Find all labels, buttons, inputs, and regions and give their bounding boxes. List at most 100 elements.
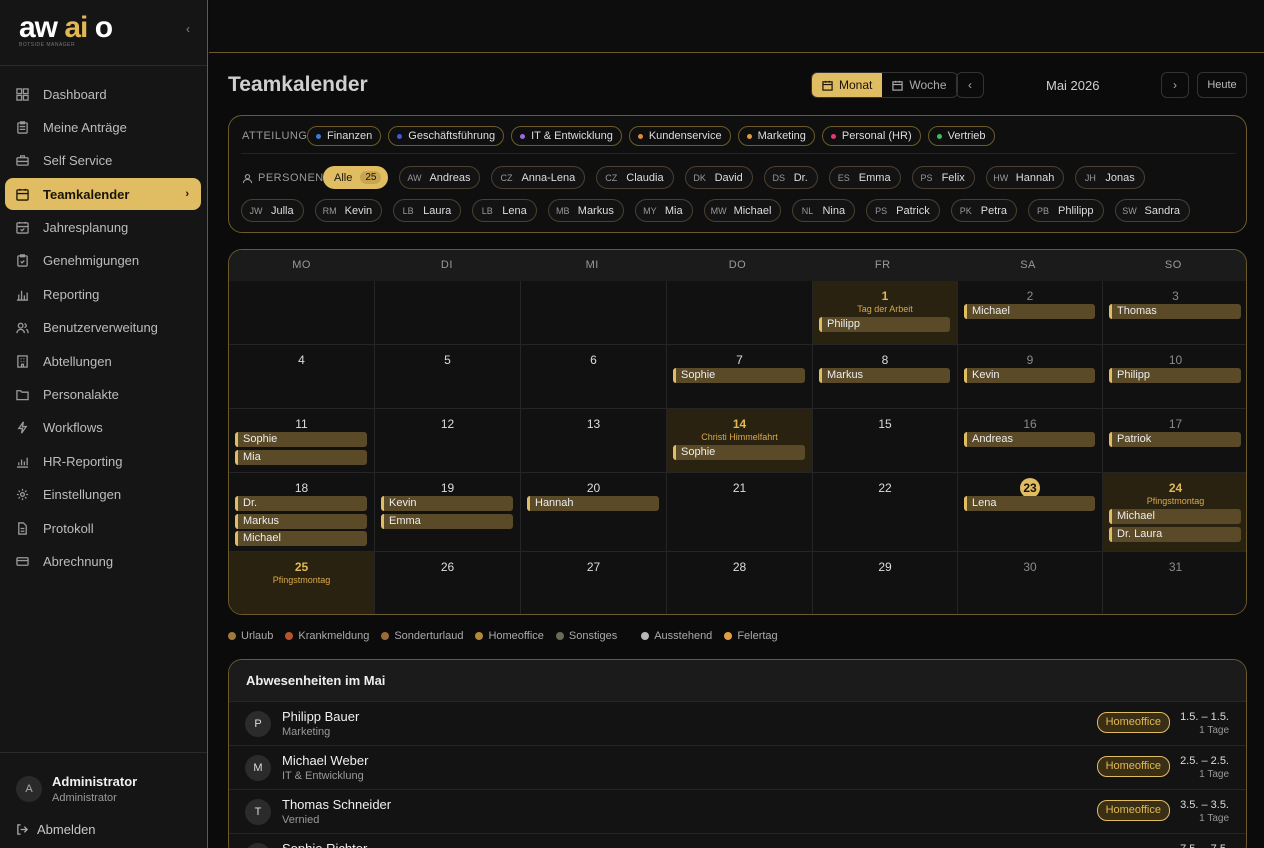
day-cell[interactable]: 12 xyxy=(375,409,521,473)
day-cell[interactable]: 27 xyxy=(521,552,667,614)
absence-row[interactable]: T Thomas Schneider Vernied Homeoffice 3.5. –… xyxy=(229,790,1246,834)
day-cell[interactable]: 20 Hannah xyxy=(521,473,667,552)
person-chip[interactable]: RM Kevin xyxy=(314,199,383,222)
day-cell[interactable]: 1 Tag der Arbeit Philipp xyxy=(813,281,958,345)
day-cell[interactable]: 9 Kevin xyxy=(958,345,1103,409)
day-cell[interactable]: 2 Michael xyxy=(958,281,1103,345)
absence-row[interactable]: S Sophie Richter 7.5. – 7.5. xyxy=(229,834,1246,848)
calendar-event[interactable]: Mia xyxy=(235,449,367,465)
department-chip[interactable]: Finanzen xyxy=(307,126,382,146)
day-cell[interactable]: 21 xyxy=(667,473,813,552)
person-chip[interactable]: LB Lena xyxy=(472,199,537,222)
day-cell[interactable]: 28 xyxy=(667,552,813,614)
person-chip[interactable]: NL Nina xyxy=(792,199,856,222)
sidebar-item-benutzerverweitung[interactable]: Benutzerverweitung xyxy=(5,312,201,344)
sidebar-item-abtellungen[interactable]: Abtellungen xyxy=(5,345,201,377)
day-cell[interactable]: 26 xyxy=(375,552,521,614)
calendar-event[interactable]: Andreas xyxy=(964,432,1095,447)
calendar-event[interactable]: Emma xyxy=(381,513,513,529)
sidebar-item-einstellungen[interactable]: Einstellungen xyxy=(5,479,201,511)
person-chip[interactable]: MW Michael xyxy=(703,199,782,222)
sidebar-item-personalakte[interactable]: Personalakte xyxy=(5,379,201,411)
sidebar-item-dashboard[interactable]: Dashboard xyxy=(5,78,201,110)
day-cell[interactable] xyxy=(375,281,521,345)
calendar-event[interactable]: Sophie xyxy=(235,432,367,447)
calendar-event[interactable]: Philipp xyxy=(819,317,950,332)
day-cell[interactable] xyxy=(667,281,813,345)
sidebar-item-self-service[interactable]: Self Service xyxy=(5,145,201,177)
calendar-event[interactable]: Hannah xyxy=(527,496,659,511)
calendar-event[interactable]: Lena xyxy=(964,496,1095,511)
sidebar-item-genehmigungen[interactable]: Genehmigungen xyxy=(5,245,201,277)
calendar-event[interactable]: Dr. xyxy=(235,496,367,511)
logout-button[interactable]: Abmelden xyxy=(16,822,96,837)
calendar-event[interactable]: Michael xyxy=(235,531,367,546)
calendar-event[interactable]: Kevin xyxy=(381,496,513,511)
day-cell[interactable]: 16 Andreas xyxy=(958,409,1103,473)
day-cell[interactable]: 18 Dr. Markus Michael xyxy=(229,473,375,552)
person-chip[interactable]: SW Sandra xyxy=(1114,199,1190,222)
day-cell[interactable]: 23 Lena xyxy=(958,473,1103,552)
calendar-event[interactable]: Sophie xyxy=(673,368,805,383)
calendar-event[interactable]: Dr. Laura xyxy=(1109,526,1241,542)
calendar-event[interactable]: Michael xyxy=(964,304,1095,319)
day-cell[interactable]: 3 Thomas xyxy=(1103,281,1246,345)
department-chip[interactable]: IT & Entwicklung xyxy=(511,126,622,146)
day-cell[interactable]: 30 xyxy=(958,552,1103,614)
person-chip[interactable]: MB Markus xyxy=(547,199,624,222)
person-chip[interactable]: CZ Claudia xyxy=(596,166,674,189)
day-cell[interactable]: 15 xyxy=(813,409,958,473)
day-cell[interactable]: 22 xyxy=(813,473,958,552)
calendar-event[interactable]: Markus xyxy=(235,513,367,529)
view-month-button[interactable]: Monat xyxy=(812,73,883,97)
today-button[interactable]: Heute xyxy=(1197,72,1247,98)
person-chip[interactable]: CZ Anna-Lena xyxy=(491,166,586,189)
person-chip[interactable]: JW Julla xyxy=(241,199,304,222)
day-cell[interactable] xyxy=(229,281,375,345)
day-cell[interactable]: 13 xyxy=(521,409,667,473)
person-chip[interactable]: DK David xyxy=(684,166,753,189)
sidebar-item-protokoll[interactable]: Protokoll xyxy=(5,512,201,544)
day-cell[interactable]: 11 Sophie Mia xyxy=(229,409,375,473)
person-chip[interactable]: HW Hannah xyxy=(985,166,1065,189)
sidebar-item-meine-anträge[interactable]: Meine Anträge xyxy=(5,111,201,143)
sidebar-item-jahresplanung[interactable]: Jahresplanung xyxy=(5,212,201,244)
absence-row[interactable]: P Philipp Bauer Marketing Homeoffice 1.5. – … xyxy=(229,702,1246,746)
person-chip[interactable]: MY Mia xyxy=(634,199,693,222)
day-cell[interactable]: 19 Kevin Emma xyxy=(375,473,521,552)
day-cell[interactable]: 6 xyxy=(521,345,667,409)
sidebar-item-teamkalender[interactable]: Teamkalender › xyxy=(5,178,201,211)
calendar-event[interactable]: Kevin xyxy=(964,368,1095,383)
calendar-event[interactable]: Philipp xyxy=(1109,368,1241,383)
person-chip[interactable]: PK Petra xyxy=(950,199,1018,222)
person-chip[interactable]: DS Dr. xyxy=(763,166,818,189)
department-chip[interactable]: Geschäftsführung xyxy=(388,126,505,146)
sidebar-item-reporting[interactable]: Reporting xyxy=(5,278,201,310)
person-chip-all[interactable]: Alle 25 xyxy=(323,166,389,189)
day-cell[interactable]: 4 xyxy=(229,345,375,409)
calendar-event[interactable]: Thomas xyxy=(1109,304,1241,319)
department-chip[interactable]: Personal (HR) xyxy=(821,126,921,146)
day-cell[interactable]: 8 Markus xyxy=(813,345,958,409)
absence-row[interactable]: M Michael Weber IT & Entwicklung Homeoffice… xyxy=(229,746,1246,790)
day-cell[interactable]: 14 Christi Himmelfahrt Sophie xyxy=(667,409,813,473)
person-chip[interactable]: ES Emma xyxy=(828,166,901,189)
day-cell[interactable]: 17 Patriok xyxy=(1103,409,1246,473)
person-chip[interactable]: PB Phlilipp xyxy=(1028,199,1104,222)
day-cell[interactable]: 24 Pfingstmontag Michael Dr. Laura xyxy=(1103,473,1246,552)
next-month-button[interactable]: › xyxy=(1161,72,1189,98)
day-cell[interactable]: 31 xyxy=(1103,552,1246,614)
sidebar-item-workflows[interactable]: Workflows xyxy=(5,412,201,444)
user-profile[interactable]: A Administrator Administrator xyxy=(16,774,137,804)
person-chip[interactable]: AW Andreas xyxy=(399,166,481,189)
day-cell[interactable]: 29 xyxy=(813,552,958,614)
department-chip[interactable]: Marketing xyxy=(737,126,815,146)
calendar-event[interactable]: Patriok xyxy=(1109,432,1241,447)
day-cell[interactable]: 7 Sophie xyxy=(667,345,813,409)
day-cell[interactable] xyxy=(521,281,667,345)
day-cell[interactable]: 25 Pfingstmontag xyxy=(229,552,375,614)
collapse-sidebar-button[interactable]: ‹ xyxy=(186,22,190,36)
person-chip[interactable]: PS Felix xyxy=(911,166,975,189)
view-week-button[interactable]: Woche xyxy=(882,73,956,97)
sidebar-item-hr-reporting[interactable]: HR-Reporting xyxy=(5,445,201,477)
